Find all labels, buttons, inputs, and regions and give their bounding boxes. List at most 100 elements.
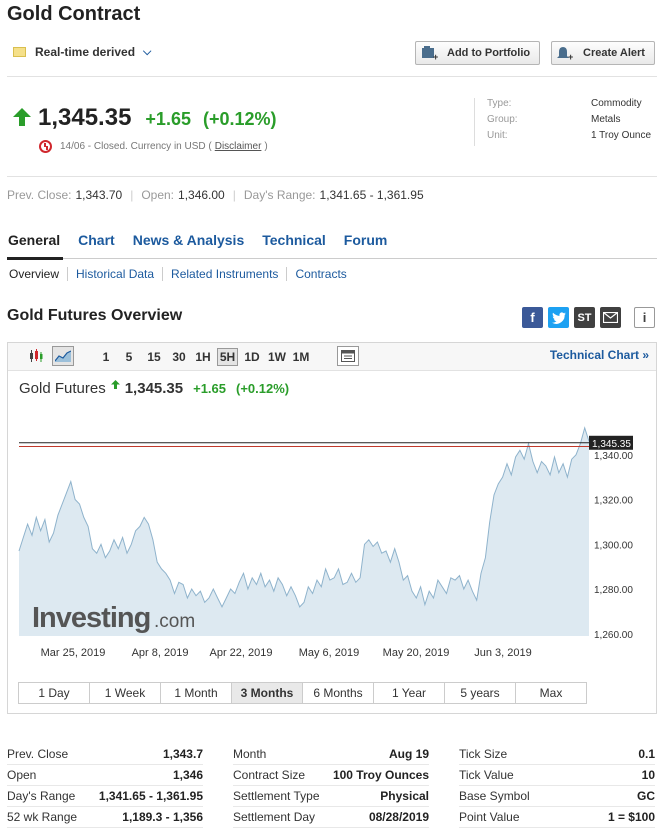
range-5-years[interactable]: 5 years xyxy=(444,683,515,703)
tab-forum[interactable]: Forum xyxy=(344,232,388,248)
subtab-overview[interactable]: Overview xyxy=(9,267,67,281)
interval-5h[interactable]: 5H xyxy=(217,348,238,366)
meta-value: Metals xyxy=(591,114,621,125)
facebook-icon[interactable]: f xyxy=(522,307,543,328)
divider xyxy=(7,176,657,177)
stat-label: Tick Size xyxy=(459,747,508,761)
range-1-week[interactable]: 1 Week xyxy=(89,683,160,703)
technical-chart-link[interactable]: Technical Chart » xyxy=(550,348,649,362)
realtime-selector[interactable]: Real-time derived ⌵ xyxy=(13,45,151,59)
chart-last-price: 1,345.35 xyxy=(124,380,184,397)
stat-value: 1,346 xyxy=(172,768,203,782)
range-1-year[interactable]: 1 Year xyxy=(373,683,444,703)
candlestick-icon[interactable] xyxy=(25,346,47,366)
stats-column-1: Prev. Close 1,343.7 Open 1,346 Day's Range… xyxy=(7,744,203,828)
range-max[interactable]: Max xyxy=(515,683,586,703)
tab-chart[interactable]: Chart xyxy=(78,232,115,248)
last-price-label: 1,345.35 xyxy=(592,439,631,450)
stats-column-3: Tick Size 0.1 Tick Value 10 Base Symbol GC … xyxy=(459,744,655,828)
envelope-icon xyxy=(603,312,618,323)
price-change-pct: (+0.12%) xyxy=(202,109,277,129)
stat-row: Open 1,346 xyxy=(7,765,203,786)
stat-row: Base Symbol GC xyxy=(459,786,655,807)
chart-settings-icon[interactable] xyxy=(337,346,359,366)
chart-change-pct: (+0.12%) xyxy=(236,381,290,396)
stat-row: Tick Value 10 xyxy=(459,765,655,786)
tab-technical[interactable]: Technical xyxy=(262,232,326,248)
quote-price-row: 1,345.35 +1.65 (+0.12%) xyxy=(12,104,277,132)
x-tick-label: Jun 3, 2019 xyxy=(474,647,532,659)
stocktwits-icon[interactable]: ST xyxy=(574,307,595,328)
stat-row: Prev. Close 1,343.7 xyxy=(7,744,203,765)
email-icon[interactable] xyxy=(600,307,621,328)
realtime-label: Real-time derived xyxy=(35,45,136,59)
interval-30[interactable]: 30 xyxy=(170,348,188,366)
interval-15[interactable]: 15 xyxy=(145,348,163,366)
chart-instrument-name: Gold Futures xyxy=(19,380,106,397)
last-price: 1,345.35 xyxy=(38,104,132,131)
arrow-up-icon xyxy=(110,380,120,389)
info-icon[interactable]: i xyxy=(634,307,655,328)
interval-1[interactable]: 1 xyxy=(100,348,112,366)
stat-value: 100 Troy Ounces xyxy=(332,768,429,782)
main-tabs: General Chart News & Analysis Technical … xyxy=(8,232,405,248)
chart-header: Gold Futures 1,345.35 +1.65 (+0.12%) xyxy=(19,380,289,397)
divider xyxy=(7,76,657,77)
interval-1h[interactable]: 1H xyxy=(193,348,213,366)
chevron-down-icon: ⌵ xyxy=(143,45,152,58)
range-3-months[interactable]: 3 Months xyxy=(231,683,302,703)
stat-value: 1,341.65 - 1,361.95 xyxy=(98,789,203,803)
status-text: 14/06 - Closed. Currency in USD ( xyxy=(60,141,212,152)
portfolio-icon: + xyxy=(422,46,438,61)
subtab-related-instruments[interactable]: Related Instruments xyxy=(162,267,286,281)
open-value: 1,346.00 xyxy=(178,188,225,202)
x-tick-label: May 6, 2019 xyxy=(299,647,360,659)
create-alert-button[interactable]: + Create Alert xyxy=(551,41,655,65)
interval-1m[interactable]: 1M xyxy=(291,348,311,366)
chart-change: +1.65 xyxy=(193,381,227,396)
stat-value: 10 xyxy=(641,768,655,782)
disclaimer-link[interactable]: Disclaimer xyxy=(215,141,262,152)
stat-row: 52 wk Range 1,189.3 - 1,356 xyxy=(7,807,203,828)
interval-1d[interactable]: 1D xyxy=(242,348,262,366)
price-chart[interactable]: 1,260.00 1,280.00 1,300.00 1,320.00 1,340.00… xyxy=(0,400,663,665)
subtab-contracts[interactable]: Contracts xyxy=(286,267,354,281)
interval-1w[interactable]: 1W xyxy=(266,348,288,366)
section-title: Gold Futures Overview xyxy=(7,307,183,324)
status-tail: ) xyxy=(264,141,268,152)
stat-label: Contract Size xyxy=(233,768,306,782)
stat-row: Day's Range 1,341.65 - 1,361.95 xyxy=(7,786,203,807)
stat-label: Tick Value xyxy=(459,768,514,782)
stat-value: 1,189.3 - 1,356 xyxy=(122,810,203,824)
tab-general[interactable]: General xyxy=(8,232,60,248)
clock-icon xyxy=(39,140,52,153)
bell-icon: + xyxy=(557,47,573,61)
range-1-month[interactable]: 1 Month xyxy=(160,683,231,703)
twitter-icon[interactable] xyxy=(548,307,569,328)
open-label: Open: xyxy=(141,188,175,202)
x-tick-label: Mar 25, 2019 xyxy=(41,647,106,659)
stat-value: 1 = $100 xyxy=(607,810,655,824)
arrow-up-icon xyxy=(13,108,31,126)
stat-label: Point Value xyxy=(459,810,520,824)
watermark-suffix: .com xyxy=(154,611,195,632)
stat-label: Open xyxy=(7,768,37,782)
prev-close-value: 1,343.70 xyxy=(75,188,123,202)
stat-label: Prev. Close xyxy=(7,747,69,761)
stat-value: Physical xyxy=(380,789,429,803)
meta-key: Group: xyxy=(487,114,518,125)
range-6-months[interactable]: 6 Months xyxy=(302,683,373,703)
stat-label: Settlement Day xyxy=(233,810,316,824)
stat-row: Point Value 1 = $100 xyxy=(459,807,655,828)
area-chart-icon[interactable] xyxy=(52,346,74,366)
range-1-day[interactable]: 1 Day xyxy=(19,683,89,703)
x-tick-label: May 20, 2019 xyxy=(383,647,450,659)
add-to-portfolio-button[interactable]: + Add to Portfolio xyxy=(415,41,541,65)
subtab-historical-data[interactable]: Historical Data xyxy=(67,267,162,281)
x-tick-label: Apr 8, 2019 xyxy=(132,647,189,659)
svg-text:+: + xyxy=(568,52,573,61)
interval-5[interactable]: 5 xyxy=(123,348,135,366)
stat-value: Aug 19 xyxy=(388,747,429,761)
tab-news-analysis[interactable]: News & Analysis xyxy=(133,232,245,248)
stat-label: 52 wk Range xyxy=(7,810,78,824)
